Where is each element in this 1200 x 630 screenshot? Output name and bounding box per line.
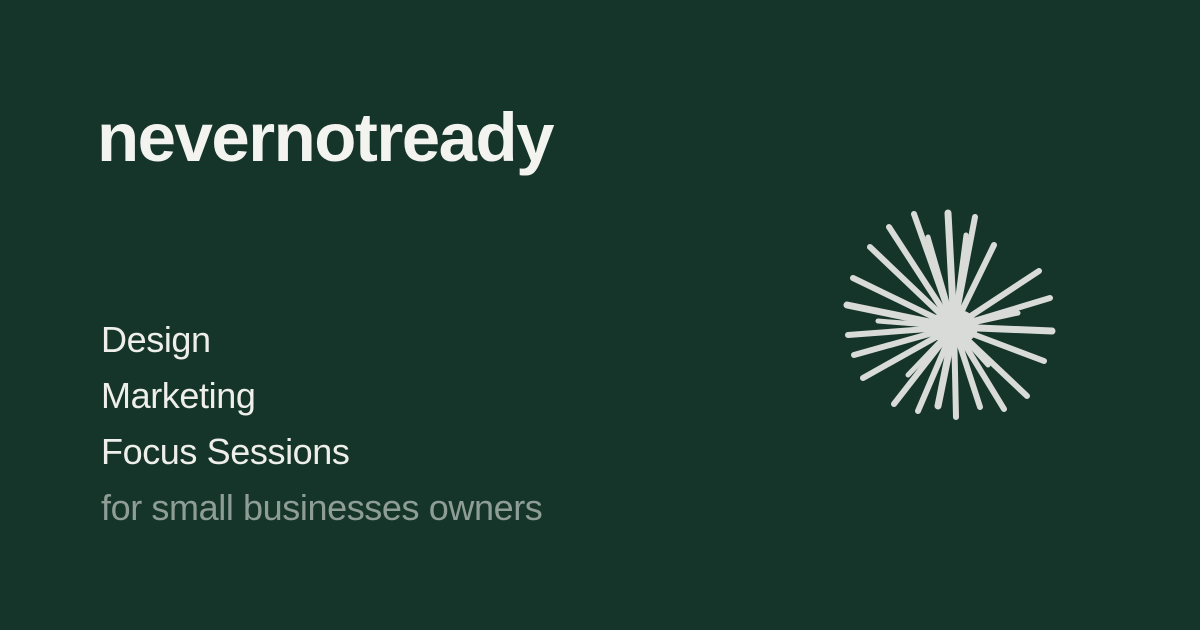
starburst-icon — [843, 209, 1056, 420]
audience-tagline: for small businesses owners — [101, 487, 543, 528]
social-card: nevernotready Design Marketing Focus Ses… — [0, 0, 1200, 630]
service-item-marketing: Marketing — [101, 375, 256, 416]
services-list: Design Marketing Focus Sessions for smal… — [101, 312, 543, 536]
brand-wordmark: nevernotready — [97, 99, 555, 176]
service-item-focus-sessions: Focus Sessions — [101, 431, 350, 472]
service-item-design: Design — [101, 319, 211, 360]
